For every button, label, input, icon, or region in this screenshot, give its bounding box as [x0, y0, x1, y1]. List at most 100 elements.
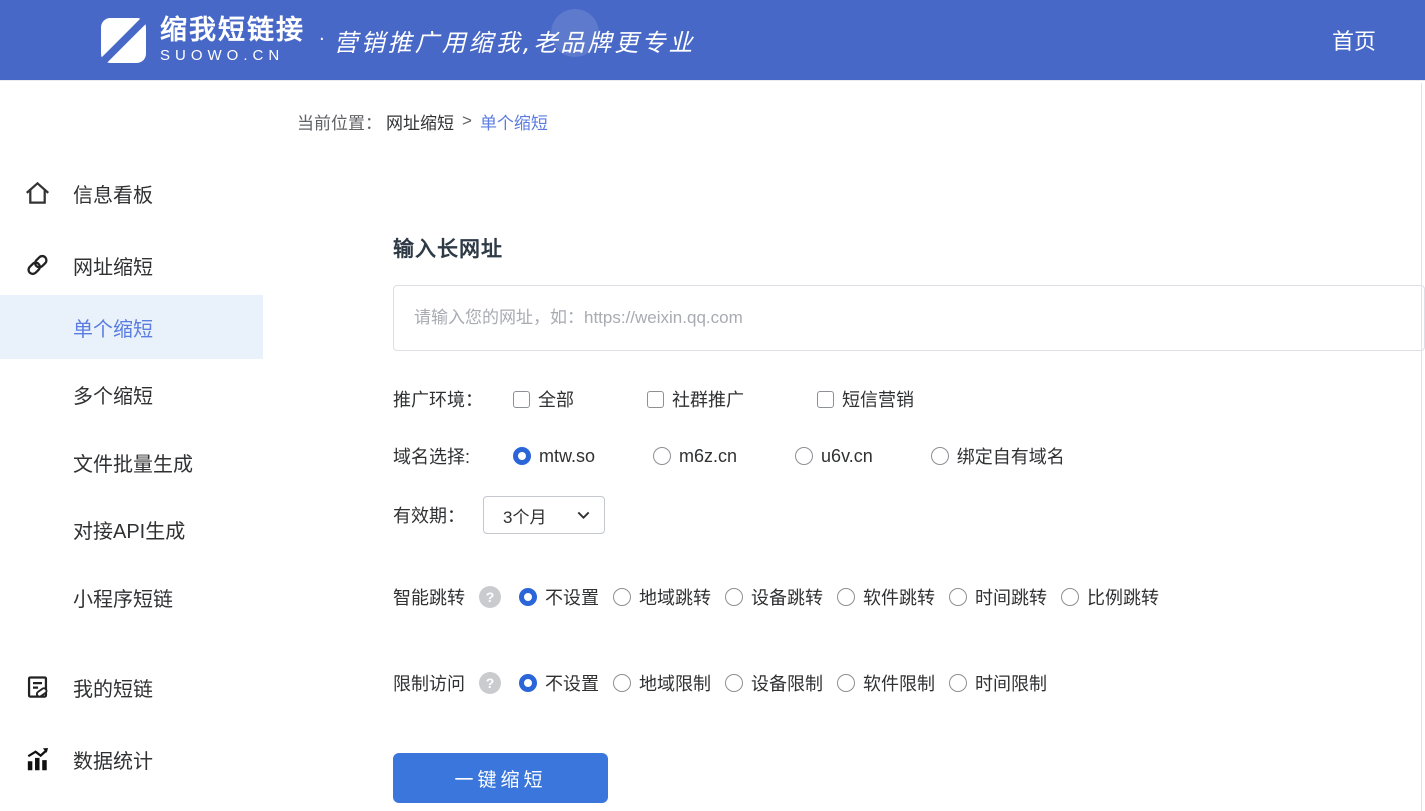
radio-label: 地域跳转 [639, 584, 711, 610]
logo-s-icon [100, 17, 147, 64]
sidebar-item-my-links[interactable]: 我的短链 [0, 665, 263, 709]
radio-option-u6v-cn[interactable]: u6v.cn [795, 446, 873, 467]
radio-icon[interactable] [613, 674, 631, 692]
sidebar-item-label: 数据统计 [73, 745, 153, 774]
checkbox-icon[interactable] [647, 391, 664, 408]
restrict-access-row: 限制访问 ? 不设置 地域限制 设备限制 软件限制 [393, 664, 1425, 702]
breadcrumb-current-link[interactable]: 单个缩短 [480, 109, 548, 134]
radio-icon[interactable] [519, 674, 537, 692]
checkbox-label: 短信营销 [842, 386, 914, 412]
radio-label: 设备跳转 [751, 584, 823, 610]
radio-label: 时间跳转 [975, 584, 1047, 610]
top-header: 缩我短链接 SUOWO.CN · 营销推广用缩我,老品牌更专业 首页 [0, 0, 1425, 81]
checkbox-option-sms[interactable]: 短信营销 [817, 386, 914, 412]
sidebar-item-label: 文件批量生成 [73, 448, 193, 477]
sidebar-item-label: 网址缩短 [73, 251, 153, 280]
restrict-access-label: 限制访问 [393, 670, 465, 696]
domain-select-row: 域名选择: mtw.so m6z.cn u6v.cn 绑定自有域名 [393, 438, 1425, 474]
home-icon [24, 180, 51, 207]
tagline-dot: · [319, 29, 328, 50]
sidebar-item-label: 单个缩短 [73, 313, 153, 342]
radio-label: 绑定自有域名 [957, 443, 1065, 469]
sidebar-item-label: 对接API生成 [73, 515, 185, 544]
radio-option-jump-region[interactable]: 地域跳转 [613, 584, 711, 610]
radio-option-jump-device[interactable]: 设备跳转 [725, 584, 823, 610]
validity-selected-value: 3个月 [503, 503, 577, 528]
radio-icon[interactable] [725, 674, 743, 692]
sidebar-item-dashboard[interactable]: 信息看板 [0, 171, 263, 215]
checkbox-icon[interactable] [817, 391, 834, 408]
sidebar-item-multi-shorten[interactable]: 多个缩短 [0, 372, 263, 416]
brand-logo[interactable]: 缩我短链接 SUOWO.CN [100, 16, 305, 63]
promo-env-row: 推广环境： 全部 社群推广 短信营销 [393, 381, 1425, 417]
radio-icon[interactable] [795, 447, 813, 465]
brand-text: 缩我短链接 SUOWO.CN [160, 16, 305, 63]
checkbox-option-community[interactable]: 社群推广 [647, 386, 744, 412]
breadcrumb: 当前位置： 网址缩短 > 单个缩短 [297, 109, 1425, 133]
breadcrumb-separator: > [462, 111, 472, 131]
brand-tagline: · 营销推广用缩我,老品牌更专业 [319, 23, 695, 58]
radio-icon[interactable] [653, 447, 671, 465]
radio-option-jump-ratio[interactable]: 比例跳转 [1061, 584, 1159, 610]
sidebar-item-label: 我的短链 [73, 673, 153, 702]
radio-icon[interactable] [519, 588, 537, 606]
radio-icon[interactable] [1061, 588, 1079, 606]
radio-label: 时间限制 [975, 670, 1047, 696]
bar-chart-icon [24, 746, 51, 773]
main-content: 当前位置： 网址缩短 > 单个缩短 输入长网址 推广环境： 全部 社群推广 [263, 81, 1425, 811]
shorten-submit-button[interactable]: 一键缩短 [393, 753, 608, 803]
help-icon[interactable]: ? [479, 672, 501, 694]
radio-icon[interactable] [949, 588, 967, 606]
radio-icon[interactable] [513, 447, 531, 465]
right-edge-divider [1421, 83, 1422, 811]
chevron-down-icon [577, 511, 590, 520]
radio-option-restrict-device[interactable]: 设备限制 [725, 670, 823, 696]
radio-option-restrict-none[interactable]: 不设置 [519, 670, 599, 696]
sidebar-item-label: 域名管理 [73, 805, 153, 811]
radio-icon[interactable] [837, 674, 855, 692]
domain-select-label: 域名选择: [393, 443, 513, 469]
sidebar-item-file-batch[interactable]: 文件批量生成 [0, 440, 263, 484]
breadcrumb-section-link[interactable]: 网址缩短 [386, 109, 454, 134]
sidebar-item-miniprogram-link[interactable]: 小程序短链 [0, 575, 263, 619]
radio-option-restrict-software[interactable]: 软件限制 [837, 670, 935, 696]
radio-option-jump-none[interactable]: 不设置 [519, 584, 599, 610]
tagline-text: 营销推广用缩我,老品牌更专业 [334, 29, 696, 57]
checkbox-icon[interactable] [513, 391, 530, 408]
radio-icon[interactable] [931, 447, 949, 465]
document-link-icon [24, 674, 51, 701]
validity-label: 有效期： [393, 502, 483, 528]
radio-option-m6z-cn[interactable]: m6z.cn [653, 446, 737, 467]
smart-jump-label: 智能跳转 [393, 584, 465, 610]
radio-icon[interactable] [949, 674, 967, 692]
brand-name: 缩我短链接 [160, 16, 305, 44]
brand-domain: SUOWO.CN [160, 47, 305, 64]
sidebar-item-api-generate[interactable]: 对接API生成 [0, 507, 263, 551]
sidebar-item-single-shorten[interactable]: 单个缩短 [0, 295, 263, 359]
radio-option-jump-software[interactable]: 软件跳转 [837, 584, 935, 610]
radio-icon[interactable] [725, 588, 743, 606]
sidebar-nav: 信息看板 网址缩短 单个缩短 多个缩短 文件批量生成 对接API生成 [0, 81, 263, 811]
long-url-input[interactable] [393, 285, 1425, 351]
sidebar-item-domain-manage-partial[interactable]: 域名管理 [0, 797, 263, 811]
radio-label: 软件跳转 [863, 584, 935, 610]
sidebar-item-url-shorten[interactable]: 网址缩短 [0, 243, 263, 287]
radio-icon[interactable] [837, 588, 855, 606]
shorten-form: 输入长网址 推广环境： 全部 社群推广 短信营销 [393, 233, 1425, 803]
sidebar-item-statistics[interactable]: 数据统计 [0, 737, 263, 781]
checkbox-option-all[interactable]: 全部 [513, 386, 574, 412]
nav-home-link[interactable]: 首页 [1332, 24, 1376, 56]
sidebar-item-label: 多个缩短 [73, 380, 153, 409]
sidebar-item-label: 小程序短链 [73, 583, 173, 612]
radio-label: 比例跳转 [1087, 584, 1159, 610]
radio-option-jump-time[interactable]: 时间跳转 [949, 584, 1047, 610]
radio-option-restrict-region[interactable]: 地域限制 [613, 670, 711, 696]
radio-icon[interactable] [613, 588, 631, 606]
help-icon[interactable]: ? [479, 586, 501, 608]
radio-option-restrict-time[interactable]: 时间限制 [949, 670, 1047, 696]
radio-option-own-domain[interactable]: 绑定自有域名 [931, 443, 1065, 469]
validity-select[interactable]: 3个月 [483, 496, 605, 534]
radio-option-mtw-so[interactable]: mtw.so [513, 446, 595, 467]
radio-label: u6v.cn [821, 446, 873, 467]
link-icon [24, 252, 51, 279]
